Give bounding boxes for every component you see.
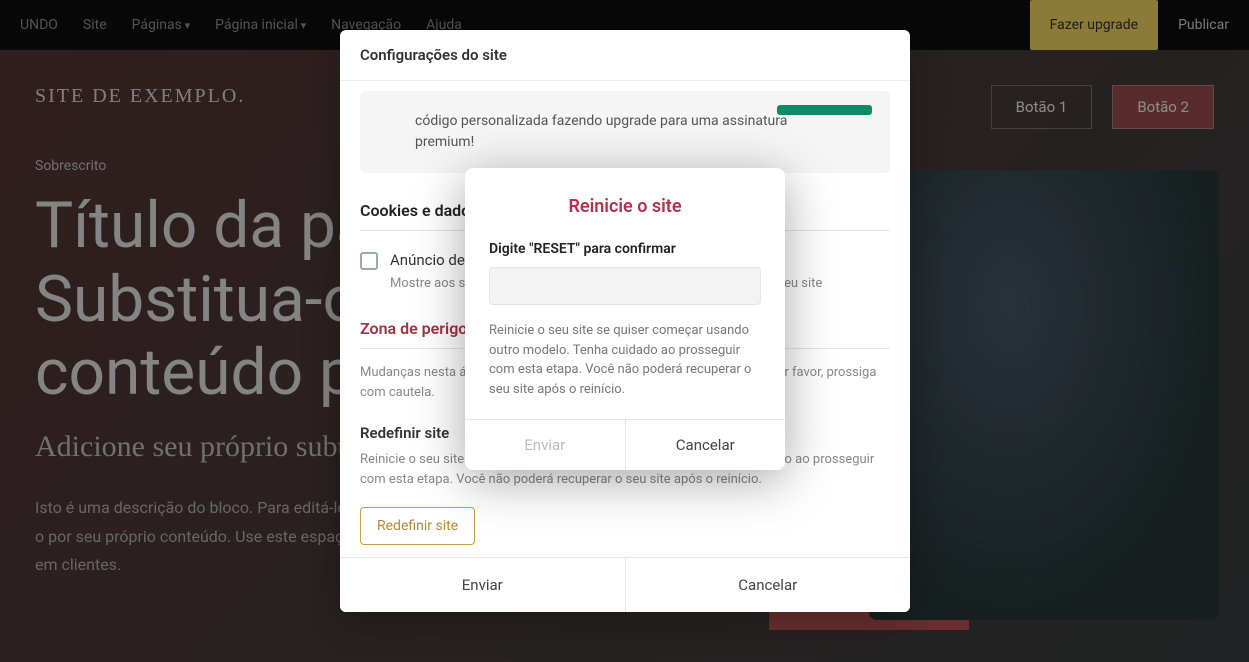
promo-text: código personalizada fazendo upgrade par… [415, 113, 787, 150]
confirm-cancel-button[interactable]: Cancelar [626, 420, 786, 470]
reset-site-button[interactable]: Redefinir site [360, 507, 475, 545]
settings-modal-footer: Enviar Cancelar [340, 557, 910, 612]
confirm-modal-desc: Reinicie o seu site se quiser começar us… [489, 321, 761, 399]
confirm-input-label: Digite "RESET" para confirmar [489, 241, 761, 257]
cookie-notice-checkbox[interactable] [360, 252, 378, 270]
confirm-modal-footer: Enviar Cancelar [465, 419, 785, 470]
promo-cta-button[interactable] [777, 105, 872, 115]
reset-confirm-modal: Reinicie o site Digite "RESET" para conf… [465, 168, 785, 470]
confirm-modal-title: Reinicie o site [489, 196, 761, 217]
settings-submit-button[interactable]: Enviar [340, 558, 626, 612]
upgrade-promo-box: código personalizada fazendo upgrade par… [360, 91, 890, 173]
confirm-reset-input[interactable] [489, 267, 761, 305]
confirm-submit-button[interactable]: Enviar [465, 420, 626, 470]
settings-modal-title: Configurações do site [340, 30, 910, 81]
settings-cancel-button[interactable]: Cancelar [626, 558, 911, 612]
confirm-modal-body: Reinicie o site Digite "RESET" para conf… [465, 168, 785, 419]
